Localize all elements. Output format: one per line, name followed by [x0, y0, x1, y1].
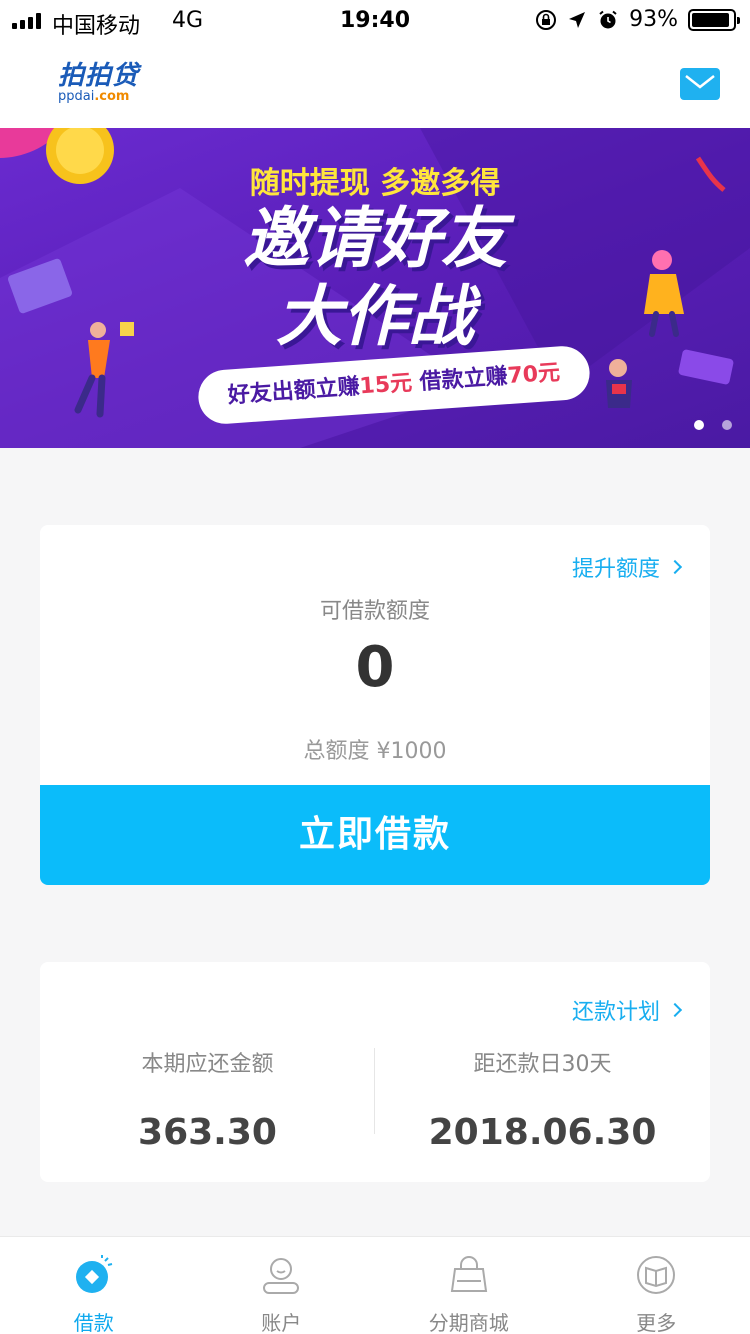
carousel-dot[interactable]: [722, 420, 732, 430]
total-credit-label: 总额度 ¥1000: [303, 739, 447, 764]
chevron-right-icon: [667, 1002, 683, 1018]
tab-mall[interactable]: 分期商城: [375, 1237, 563, 1334]
logo-text-en: ppdai.com: [58, 90, 139, 104]
amount-due-label: 本期应还金额: [141, 1052, 274, 1077]
battery-percent: 93%: [629, 7, 678, 32]
banner-title-line2: 大作战: [276, 278, 474, 355]
alarm-icon: [599, 10, 617, 28]
pill-text-b: 借款立赚: [411, 364, 509, 396]
logo-en-main: ppdai: [58, 89, 95, 104]
mall-icon: [450, 1256, 487, 1292]
carousel-indicator: [694, 420, 732, 430]
message-button[interactable]: [680, 68, 720, 100]
carousel-dot[interactable]: [694, 420, 704, 430]
tab-label: 账户: [261, 1311, 302, 1334]
pill-amount-a: 15元: [358, 370, 413, 400]
tab-account[interactable]: 账户: [188, 1237, 376, 1334]
envelope-icon: [685, 75, 715, 89]
tab-label: 更多: [636, 1311, 677, 1334]
loan-icon: [75, 1255, 112, 1293]
tab-loan[interactable]: 借款: [0, 1237, 188, 1334]
app-header: 拍拍贷 ppdai.com: [0, 42, 750, 128]
chevron-right-icon: [667, 559, 683, 575]
credit-card: 提升额度 可借款额度 0 总额度 ¥1000 立即借款: [40, 525, 710, 885]
logo-en-tld: .com: [94, 89, 130, 104]
banner-subtitle: 随时提现 多邀多得: [249, 166, 501, 201]
amount-due-block: 本期应还金额 363.30: [40, 1046, 375, 1153]
bottom-tab-bar: 借款 账户 分期商城 更多: [0, 1236, 750, 1334]
repayment-card: 还款计划 本期应还金额 363.30 距还款日30天 2018.06.30: [40, 962, 710, 1182]
status-bar: 中国移动 4G 19:40 93%: [0, 0, 750, 42]
tab-more[interactable]: 更多: [563, 1237, 750, 1334]
amount-due-value: 363.30: [138, 1112, 277, 1153]
more-icon: [637, 1256, 676, 1294]
due-date-value: 2018.06.30: [428, 1112, 657, 1153]
pill-text-a: 好友出额立赚: [227, 374, 361, 409]
tab-label: 分期商城: [428, 1311, 509, 1334]
days-until-due-label: 距还款日30天: [473, 1052, 612, 1077]
location-icon: [569, 11, 586, 28]
pill-amount-b: 70元: [506, 360, 561, 390]
account-icon: [263, 1258, 300, 1294]
battery-fill: [692, 12, 730, 27]
logo-text-cn: 拍拍贷: [58, 61, 140, 91]
rotation-lock-icon: [536, 9, 557, 30]
available-credit-value: 0: [355, 635, 395, 700]
battery-icon: [688, 8, 740, 31]
tab-label: 借款: [73, 1311, 114, 1334]
banner-title-line1: 邀请好友: [243, 200, 507, 277]
due-date-block: 距还款日30天 2018.06.30: [375, 1046, 710, 1153]
raise-limit-link[interactable]: 提升额度: [571, 551, 683, 583]
borrow-now-button[interactable]: 立即借款: [40, 785, 710, 885]
repayment-plan-link[interactable]: 还款计划: [571, 994, 683, 1026]
available-credit-label: 可借款额度: [319, 599, 430, 624]
ppdai-logo: 拍拍贷 ppdai.com: [58, 62, 139, 104]
raise-limit-label: 提升额度: [571, 557, 660, 582]
promo-banner[interactable]: 随时提现 多邀多得 邀请好友 大作战 好友出额立赚15元 借款立赚70元: [0, 128, 750, 448]
banner-title: 邀请好友 大作战: [0, 200, 750, 356]
repayment-plan-label: 还款计划: [571, 1000, 660, 1025]
